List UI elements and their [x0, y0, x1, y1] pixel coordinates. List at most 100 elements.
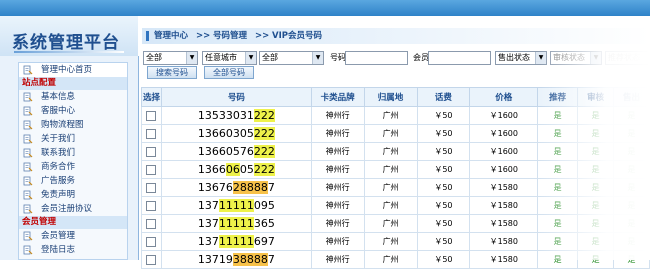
audit-cell: 是	[577, 142, 615, 161]
phone-number-cell[interactable]: 13711111095	[160, 196, 312, 215]
recommend-cell: 是	[537, 142, 579, 161]
price-cell: ￥1600	[469, 142, 539, 161]
number-segment: 11111	[218, 199, 254, 212]
table-row: 13660305222 神州行 广州 ￥50 ￥1600 是是是	[141, 124, 650, 143]
page-icon	[23, 190, 33, 200]
number-input[interactable]	[345, 51, 408, 65]
table-header-row: 选择 号码 卡类品牌 归属地 话费 价格 推荐 审核 售出	[141, 87, 650, 107]
page-icon	[23, 176, 33, 186]
phone-number-cell[interactable]: 13660576222	[160, 142, 312, 161]
number-segment: 137	[197, 235, 219, 248]
sidebar-item[interactable]: 会员注册协议	[19, 202, 127, 216]
sidebar-item[interactable]: 登陆日志	[19, 243, 127, 257]
member-input[interactable]	[428, 51, 491, 65]
col-header-price: 价格	[469, 87, 539, 107]
chevron-down-icon: ▼	[590, 52, 601, 64]
vip-number-table: 选择 号码 卡类品牌 归属地 话费 价格 推荐 审核 售出 1353303122…	[141, 87, 650, 269]
row-checkbox[interactable]	[146, 218, 157, 229]
phone-number-cell[interactable]: 13533031222	[160, 106, 312, 125]
brand-cell: 神州行	[310, 214, 365, 233]
audit-cell: 是	[577, 106, 615, 125]
sidebar-item[interactable]: 客服中心	[19, 104, 127, 118]
price-cell: ￥1580	[469, 214, 539, 233]
number-segment: 28888	[232, 181, 268, 194]
price-cell: ￥1580	[469, 196, 539, 215]
category-select[interactable]: 全部 ▼	[143, 51, 198, 65]
brand-cell: 神州行	[310, 196, 365, 215]
fee-cell: ￥50	[416, 214, 471, 233]
brand-select[interactable]: 全部 ▼	[259, 51, 324, 65]
sold-cell: 是	[613, 196, 650, 215]
number-segment: 05	[239, 163, 254, 176]
col-header-audit: 审核	[577, 87, 615, 107]
top-banner	[0, 0, 650, 16]
audit-cell: 是	[577, 124, 615, 143]
fee-cell: ￥50	[416, 232, 471, 251]
phone-number-cell[interactable]: 13660305222	[160, 124, 312, 143]
recommend-status-select[interactable]: 推荐状态	[605, 51, 650, 65]
col-header-fee: 话费	[416, 87, 471, 107]
sidebar-item[interactable]: 购物流程图	[19, 118, 127, 132]
sidebar-item[interactable]: 管理中心首页	[19, 63, 127, 77]
row-select-cell	[141, 160, 162, 179]
sidebar-item[interactable]: 会员管理	[19, 229, 127, 243]
number-segment: 137	[197, 217, 219, 230]
category-select-value: 全部	[146, 53, 162, 62]
phone-number-cell[interactable]: 13711111697	[160, 232, 312, 251]
sidebar-item[interactable]: 广告服务	[19, 174, 127, 188]
review-status-select[interactable]: 审核状态 ▼	[550, 51, 602, 65]
phone-number-cell[interactable]: 13711111365	[160, 214, 312, 233]
chevron-down-icon: ▼	[186, 52, 197, 64]
recommend-cell: 是	[537, 160, 579, 179]
row-select-cell	[141, 178, 162, 197]
audit-cell: 是	[577, 214, 615, 233]
price-cell: ￥1580	[469, 178, 539, 197]
row-checkbox[interactable]	[146, 236, 157, 247]
breadcrumb-item-number-mgmt[interactable]: 号码管理	[213, 28, 247, 44]
sidebar: 管理中心首页 站点配置 基本信息 客服中心 购物流程图 关于我们 联系我们 商务合作 广告服务免…	[0, 56, 139, 260]
page-icon	[23, 231, 33, 241]
number-segment: 11111	[218, 235, 254, 248]
sold-cell: 是	[613, 178, 650, 197]
sold-cell: 是	[613, 214, 650, 233]
phone-number-cell[interactable]: 13660605222	[160, 160, 312, 179]
row-select-cell	[141, 106, 162, 125]
city-select[interactable]: 任意城市 ▼	[202, 51, 257, 65]
row-checkbox[interactable]	[146, 182, 157, 193]
sidebar-item[interactable]: 商务合作	[19, 160, 127, 174]
brand-cell: 神州行	[310, 160, 365, 179]
breadcrumb-item-home[interactable]: 管理中心	[154, 28, 188, 44]
audit-cell: 是	[577, 178, 615, 197]
sidebar-item[interactable]: 联系我们	[19, 146, 127, 160]
phone-number-cell[interactable]: 13676288887	[160, 178, 312, 197]
search-numbers-button[interactable]: 搜索号码	[147, 66, 197, 79]
sale-status-select[interactable]: 售出状态 ▼	[495, 51, 547, 65]
sidebar-section-header: 站点配置	[19, 77, 127, 90]
row-checkbox[interactable]	[146, 128, 157, 139]
row-checkbox[interactable]	[146, 110, 157, 121]
member-label: 会员	[413, 53, 429, 62]
row-checkbox[interactable]	[146, 164, 157, 175]
city-cell: 广州	[363, 196, 418, 215]
chevron-down-icon: ▼	[312, 52, 323, 64]
number-segment: 365	[253, 217, 275, 230]
city-select-value: 任意城市	[205, 53, 237, 62]
row-checkbox[interactable]	[146, 146, 157, 157]
sidebar-item[interactable]: 基本信息	[19, 90, 127, 104]
sidebar-menu: 管理中心首页 站点配置 基本信息 客服中心 购物流程图 关于我们 联系我们 商务合作 广告服务免…	[18, 62, 128, 260]
city-cell: 广州	[363, 142, 418, 161]
breadcrumb-marker	[146, 31, 149, 41]
row-select-cell	[141, 142, 162, 161]
all-numbers-button[interactable]: 全部号码	[204, 66, 254, 79]
recommend-cell: 是	[537, 196, 579, 215]
number-segment: 137	[197, 199, 219, 212]
city-cell: 广州	[363, 232, 418, 251]
sidebar-item[interactable]: 关于我们	[19, 132, 127, 146]
col-header-select: 选择	[141, 87, 162, 107]
row-checkbox[interactable]	[146, 200, 157, 211]
number-segment: 222	[253, 163, 275, 176]
sidebar-item-label: 会员注册协议	[41, 204, 93, 214]
number-segment: 222	[253, 145, 275, 158]
sidebar-item[interactable]: 免责声明	[19, 188, 127, 202]
col-header-brand: 卡类品牌	[310, 87, 365, 107]
